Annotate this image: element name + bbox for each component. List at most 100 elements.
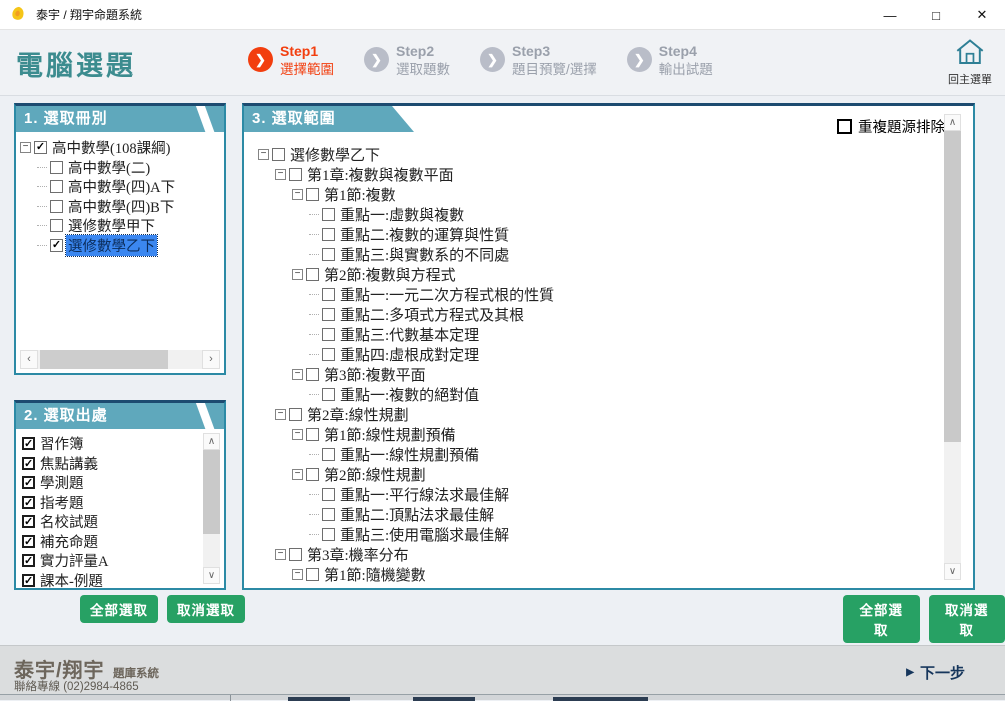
dedupe-option[interactable]: 重複題源排除 <box>837 116 945 137</box>
expand-toggle-icon[interactable]: − <box>20 142 31 153</box>
source-label[interactable]: 補充命題 <box>38 531 100 552</box>
tree-checkbox[interactable] <box>50 200 63 213</box>
tree-label[interactable]: 重點四:虛根成對定理 <box>338 344 481 365</box>
tree-checkbox[interactable] <box>306 468 319 481</box>
expand-toggle-icon[interactable]: − <box>292 369 303 380</box>
tree-checkbox[interactable] <box>322 328 335 341</box>
expand-toggle-icon[interactable]: − <box>292 569 303 580</box>
vertical-scrollbar[interactable]: ∧ ∨ <box>203 433 220 584</box>
tree-label[interactable]: 重點三:代數基本定理 <box>338 324 481 345</box>
horizontal-scrollbar[interactable]: ‹ › <box>20 350 220 369</box>
tree-checkbox[interactable] <box>289 548 302 561</box>
tree-label[interactable]: 選修數學乙下 <box>288 144 382 165</box>
source-checkbox[interactable]: ✓ <box>22 437 35 450</box>
scroll-right-icon[interactable]: › <box>202 350 220 369</box>
tree-checkbox[interactable] <box>289 408 302 421</box>
tree-label[interactable]: 重點二:頂點法求最佳解 <box>338 504 496 525</box>
tree-label[interactable]: 重點一:複數的絕對值 <box>338 384 481 405</box>
close-button[interactable]: ✕ <box>959 0 1005 30</box>
tree-checkbox[interactable] <box>50 219 63 232</box>
scroll-down-icon[interactable]: ∨ <box>203 567 220 584</box>
expand-toggle-icon[interactable]: − <box>292 469 303 480</box>
source-label[interactable]: 焦點講義 <box>38 453 100 474</box>
source-label[interactable]: 習作簿 <box>38 433 86 454</box>
source-label[interactable]: 學測題 <box>38 472 86 493</box>
expand-toggle-icon[interactable]: − <box>275 169 286 180</box>
vertical-scrollbar[interactable]: ∧ ∨ <box>944 114 961 580</box>
expand-toggle-icon[interactable]: − <box>275 549 286 560</box>
source-checkbox[interactable]: ✓ <box>22 476 35 489</box>
scrollbar-thumb[interactable] <box>944 131 961 442</box>
source-checkbox[interactable]: ✓ <box>22 515 35 528</box>
tree-label[interactable]: 第1節:隨機變數 <box>322 564 428 585</box>
tree-label[interactable]: 第1節:線性規劃預備 <box>322 424 458 445</box>
tree-checkbox[interactable] <box>322 388 335 401</box>
tree-checkbox[interactable] <box>322 248 335 261</box>
tree-checkbox[interactable] <box>50 161 63 174</box>
source-label[interactable]: 名校試題 <box>38 511 100 532</box>
tree-checkbox[interactable] <box>322 528 335 541</box>
tree-label[interactable]: 高中數學(108課綱) <box>50 137 172 158</box>
tree-checkbox[interactable] <box>322 508 335 521</box>
tree-checkbox[interactable] <box>322 488 335 501</box>
source-checkbox[interactable]: ✓ <box>22 496 35 509</box>
tree-checkbox[interactable] <box>306 368 319 381</box>
tree-label[interactable]: 第2節:線性規劃 <box>322 464 428 485</box>
expand-toggle-icon[interactable]: − <box>275 409 286 420</box>
tree-label[interactable]: 重點一:線性規劃預備 <box>338 444 481 465</box>
expand-toggle-icon[interactable]: − <box>292 189 303 200</box>
tree-label[interactable]: 重點一:平行線法求最佳解 <box>338 484 511 505</box>
tree-label[interactable]: 第1章:複數與複數平面 <box>305 164 456 185</box>
tree-label[interactable]: 第3章:機率分布 <box>305 544 411 565</box>
tree-checkbox[interactable] <box>50 180 63 193</box>
source-label[interactable]: 實力評量A <box>38 550 110 571</box>
tree-checkbox[interactable] <box>322 208 335 221</box>
tree-checkbox[interactable] <box>322 288 335 301</box>
tree-label[interactable]: 第3節:複數平面 <box>322 364 428 385</box>
tree-checkbox[interactable] <box>322 308 335 321</box>
home-button[interactable]: 回主選單 <box>943 38 997 87</box>
step-1[interactable]: ❯ Step1 選擇範圍 <box>248 42 334 79</box>
maximize-button[interactable]: □ <box>913 0 959 30</box>
expand-toggle-icon[interactable]: − <box>292 269 303 280</box>
tree-checkbox[interactable] <box>322 448 335 461</box>
tree-label[interactable]: 高中數學(四)B下 <box>66 196 176 217</box>
tree-checkbox[interactable] <box>272 148 285 161</box>
source-checkbox[interactable]: ✓ <box>22 574 35 587</box>
tree-label[interactable]: 高中數學(二) <box>66 157 152 178</box>
scroll-down-icon[interactable]: ∨ <box>944 563 961 580</box>
dedupe-checkbox[interactable] <box>837 119 852 134</box>
tree-checkbox[interactable]: ✓ <box>34 141 47 154</box>
source-checkbox[interactable]: ✓ <box>22 457 35 470</box>
tree-label[interactable]: 選修數學乙下 <box>66 235 157 256</box>
tree-checkbox[interactable]: ✓ <box>50 239 63 252</box>
tree-checkbox[interactable] <box>306 568 319 581</box>
tree-label[interactable]: 第1節:複數 <box>322 184 398 205</box>
source-checkbox[interactable]: ✓ <box>22 554 35 567</box>
scroll-up-icon[interactable]: ∧ <box>203 433 220 450</box>
deselect-all-button[interactable]: 取消選取 <box>167 595 245 623</box>
source-label[interactable]: 指考題 <box>38 492 86 513</box>
scroll-left-icon[interactable]: ‹ <box>20 350 38 369</box>
tree-checkbox[interactable] <box>306 428 319 441</box>
select-all-button[interactable]: 全部選取 <box>843 595 920 643</box>
tree-label[interactable]: 高中數學(四)A下 <box>66 176 177 197</box>
next-step-button[interactable]: ▶ 下一步 <box>906 662 965 683</box>
tree-label[interactable]: 第2節:複數與方程式 <box>322 264 458 285</box>
tree-label[interactable]: 重點一:一元二次方程式根的性質 <box>338 284 556 305</box>
tree-label[interactable]: 重點二:多項式方程式及其根 <box>338 304 526 325</box>
tree-label[interactable]: 重點二:複數的運算與性質 <box>338 224 511 245</box>
minimize-button[interactable]: — <box>867 0 913 30</box>
step-2[interactable]: ❯ Step2 選取題數 <box>364 42 450 79</box>
scrollbar-thumb[interactable] <box>203 450 220 534</box>
tree-label[interactable]: 重點一:虛數與複數 <box>338 204 466 225</box>
step-4[interactable]: ❯ Step4 輸出試題 <box>627 42 713 79</box>
tree-label[interactable]: 重點三:與實數系的不同處 <box>338 244 511 265</box>
expand-toggle-icon[interactable]: − <box>292 429 303 440</box>
expand-toggle-icon[interactable]: − <box>258 149 269 160</box>
step-3[interactable]: ❯ Step3 題目預覽/選擇 <box>480 42 597 79</box>
tree-label[interactable]: 選修數學甲下 <box>66 215 157 236</box>
select-all-button[interactable]: 全部選取 <box>80 595 158 623</box>
tree-label[interactable]: 第2章:線性規劃 <box>305 404 411 425</box>
tree-checkbox[interactable] <box>322 228 335 241</box>
